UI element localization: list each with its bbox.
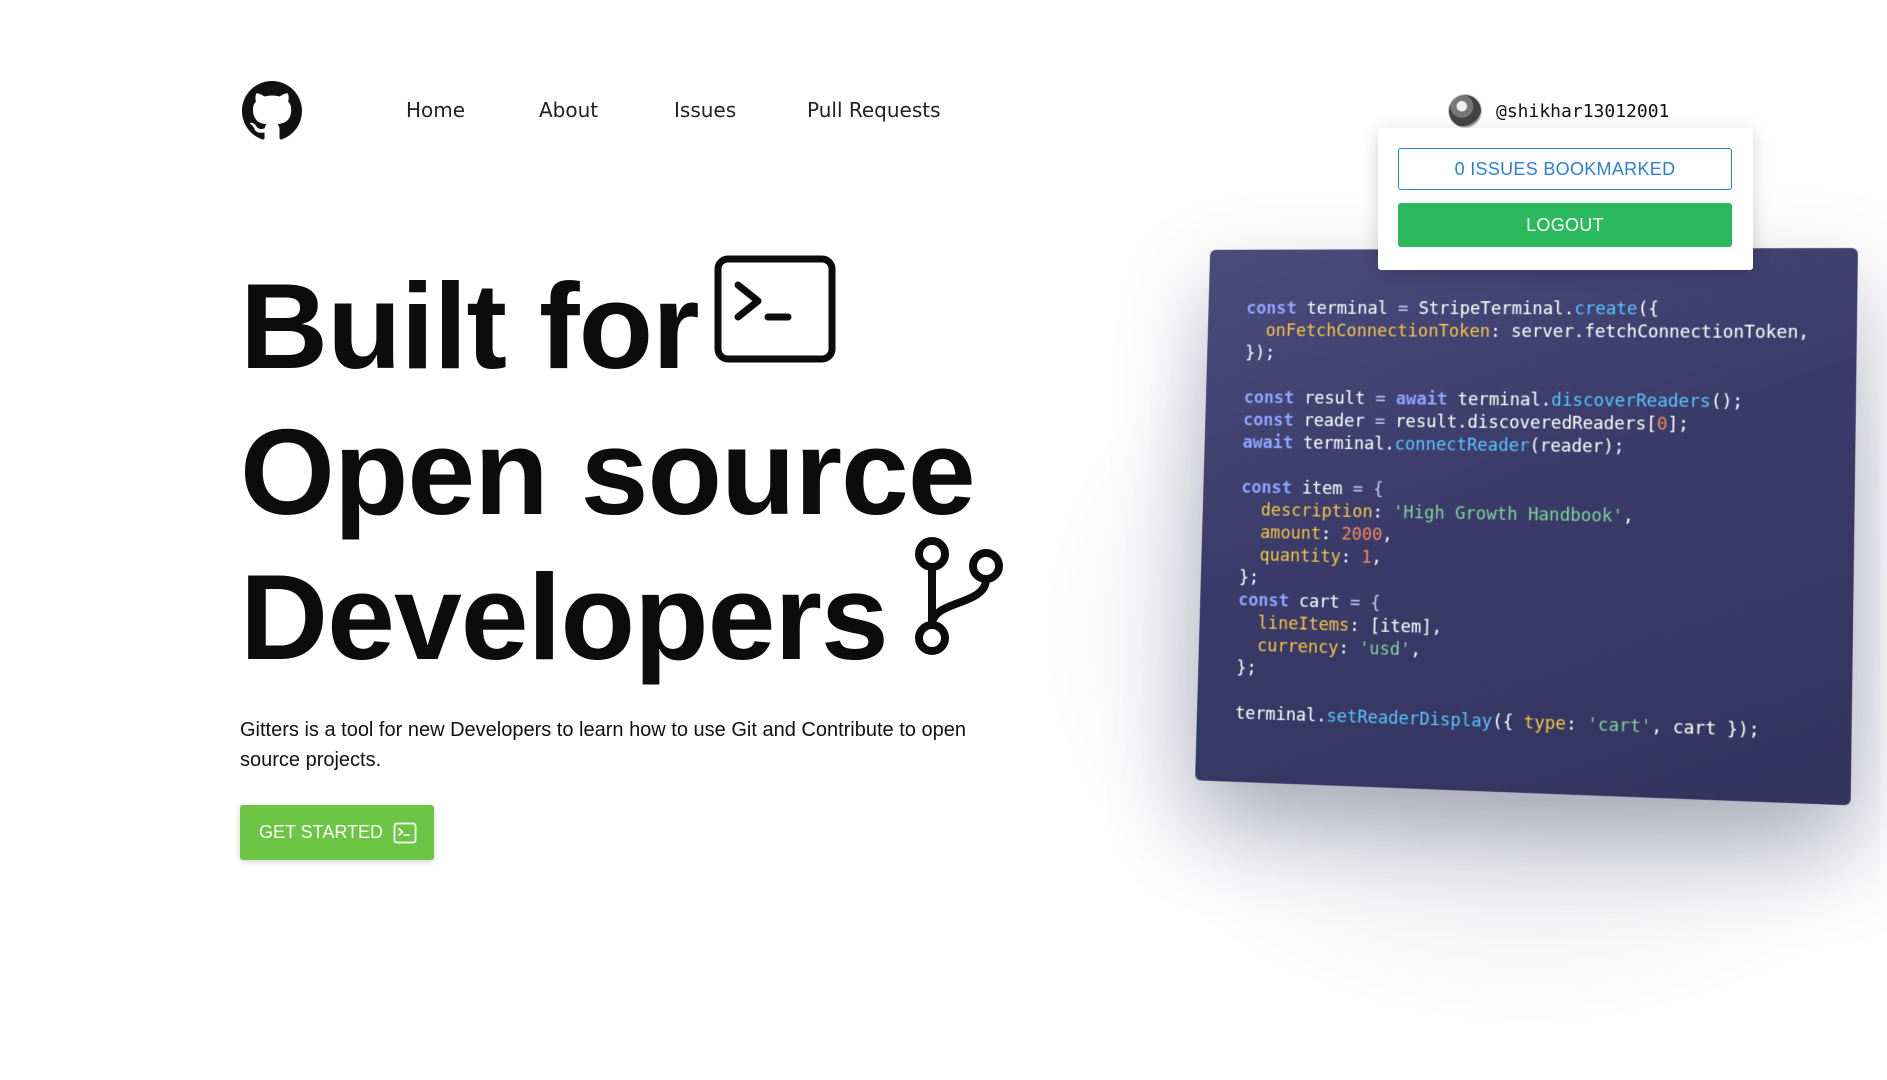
code-token: :: [1340, 547, 1362, 568]
nav-about[interactable]: About: [539, 98, 598, 122]
code-token: ({: [1637, 299, 1660, 320]
code-token: connectReader: [1394, 434, 1530, 457]
code-token: const: [1241, 477, 1293, 499]
code-token: 0: [1656, 414, 1668, 435]
logout-button[interactable]: LOGOUT: [1398, 203, 1732, 247]
code-token: item: [1291, 478, 1353, 500]
code-token: setReaderDisplay: [1326, 706, 1493, 733]
code-token: reader: [1293, 411, 1376, 432]
terminal-icon: [714, 255, 836, 363]
code-token: 'High Growth Handbook': [1392, 502, 1624, 527]
code-token: });: [1244, 343, 1276, 364]
code-token: = {: [1349, 593, 1381, 614]
code-token: 'cart': [1587, 715, 1652, 738]
code-token: result: [1293, 388, 1376, 409]
avatar[interactable]: [1448, 94, 1482, 128]
hero-description: Gitters is a tool for new Developers to …: [240, 719, 966, 771]
code-token: cart: [1288, 591, 1351, 613]
code-token: description: [1260, 500, 1373, 523]
nav-home[interactable]: Home: [406, 98, 465, 122]
code-token: const: [1242, 410, 1294, 431]
terminal-small-icon: [393, 822, 417, 843]
code-token: quantity: [1259, 545, 1342, 568]
code-token: terminal: [1296, 299, 1399, 319]
code-token: ();: [1710, 391, 1744, 413]
code-token: const: [1238, 590, 1290, 612]
code-token: :: [1338, 638, 1360, 659]
hero-title-line-3: Developers: [240, 549, 889, 685]
code-token: create: [1574, 299, 1638, 320]
code-token: 2000: [1341, 524, 1383, 546]
code-token: ,: [1622, 506, 1634, 528]
code-token: const: [1243, 388, 1295, 409]
landing-page: Home About Issues Pull Requests @shikhar…: [0, 0, 1887, 1080]
code-token: lineItems: [1257, 613, 1350, 636]
code-token: };: [1236, 658, 1257, 679]
git-branch-icon: [915, 537, 1003, 655]
get-started-label: GET STARTED: [259, 822, 384, 842]
code-token: terminal.: [1447, 389, 1552, 411]
code-token: currency: [1256, 636, 1339, 659]
code-token: (reader);: [1529, 436, 1625, 458]
code-token: ({: [1491, 711, 1524, 734]
code-token: :: [1372, 502, 1394, 523]
code-token: result.discoveredReaders[: [1384, 412, 1657, 435]
github-logo-icon[interactable]: [242, 81, 302, 141]
code-token: : [item],: [1349, 615, 1443, 639]
code-token: terminal.: [1292, 433, 1395, 455]
code-token: ,: [1382, 525, 1393, 546]
code-token: :: [1320, 524, 1342, 545]
nav-issues[interactable]: Issues: [674, 98, 736, 122]
user-handle[interactable]: @shikhar13012001: [1496, 101, 1669, 122]
hero-title-line-1: Built for: [240, 258, 700, 394]
code-token: , cart });: [1651, 717, 1760, 742]
code-token: type: [1523, 712, 1567, 735]
code-token: 'usd': [1358, 638, 1411, 661]
code-block: const terminal = StripeTerminal.create({…: [1235, 298, 1810, 745]
code-token: : server.fetchConnectionToken,: [1490, 321, 1810, 344]
hero-title-line-2: Open source: [240, 404, 976, 540]
code-token: };: [1238, 567, 1260, 589]
code-token: await: [1242, 433, 1294, 454]
code-token: discoverReaders: [1551, 390, 1711, 413]
code-token: = {: [1352, 479, 1384, 500]
user-menu-trigger[interactable]: @shikhar13012001: [1448, 94, 1669, 128]
code-token: =: [1375, 389, 1386, 410]
code-token: 1: [1361, 547, 1372, 568]
code-token: ,: [1371, 548, 1383, 569]
code-token: amount: [1260, 523, 1322, 545]
issues-bookmarked-button[interactable]: 0 ISSUES BOOKMARKED: [1398, 148, 1732, 190]
code-token: ];: [1667, 414, 1690, 436]
code-token: :: [1565, 714, 1588, 736]
code-token: const: [1246, 299, 1297, 319]
code-sample-card: const terminal = StripeTerminal.create({…: [1195, 247, 1858, 806]
code-token: StripeTerminal.: [1408, 299, 1575, 320]
code-token: terminal.: [1234, 703, 1327, 727]
code-token: =: [1374, 411, 1386, 432]
user-dropdown: 0 ISSUES BOOKMARKED LOGOUT: [1378, 128, 1753, 270]
code-token: =: [1397, 299, 1409, 319]
nav-pull-requests[interactable]: Pull Requests: [807, 98, 941, 122]
code-token: onFetchConnectionToken: [1265, 321, 1491, 342]
get-started-button[interactable]: GET STARTED: [240, 805, 434, 860]
code-token: ,: [1410, 640, 1422, 661]
code-token: await: [1385, 389, 1448, 410]
